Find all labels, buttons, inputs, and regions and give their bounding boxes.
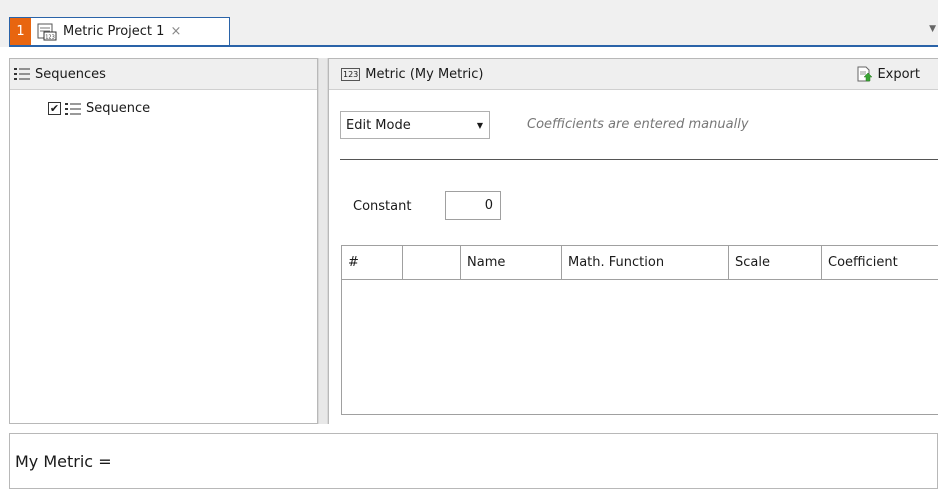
export-button[interactable]: Export (856, 66, 920, 82)
mode-hint-text: Coefficients are entered manually (527, 117, 749, 132)
metric-project-icon: 123 (37, 23, 57, 40)
close-icon[interactable]: × (170, 24, 181, 39)
formula-text: My Metric = (15, 451, 112, 471)
export-icon (857, 66, 873, 82)
svg-text:123: 123 (45, 34, 55, 40)
sequences-pane-header: Sequences (10, 59, 317, 90)
column-header-blank[interactable] (403, 246, 461, 279)
pane-splitter[interactable] (318, 58, 328, 424)
list-icon (65, 102, 81, 115)
tree-item-label: Sequence (86, 101, 151, 116)
tab-number-badge: 1 (10, 18, 31, 45)
tree-item-sequence[interactable]: ✔ Sequence (48, 101, 150, 116)
metric-pane-header: 123 Metric (My Metric) Export (329, 59, 938, 90)
sequence-checkbox[interactable]: ✔ (48, 102, 61, 115)
coefficient-table: # Name Math. Function Scale Coefficient (341, 245, 938, 415)
metric-pane: 123 Metric (My Metric) Export Edit Mode … (328, 58, 938, 424)
column-header-math-function[interactable]: Math. Function (562, 246, 729, 279)
tab-metric-project-1[interactable]: 1 123 Metric Project 1 × (9, 17, 230, 45)
document-tab-strip: 1 123 Metric Project 1 × ▼ (0, 0, 938, 47)
tab-list-dropdown-icon[interactable]: ▼ (929, 24, 936, 34)
mode-dropdown[interactable]: Edit Mode ▼ (340, 111, 490, 139)
metric-icon: 123 (341, 67, 361, 81)
constant-input[interactable] (445, 191, 501, 220)
metric-pane-title: Metric (My Metric) (365, 66, 484, 82)
column-header-number[interactable]: # (342, 246, 403, 279)
chevron-down-icon: ▼ (476, 121, 483, 130)
constant-label: Constant (353, 199, 412, 214)
sequences-pane-title: Sequences (35, 66, 106, 82)
column-header-coefficient[interactable]: Coefficient (822, 246, 938, 279)
table-header: # Name Math. Function Scale Coefficient (342, 246, 938, 280)
list-icon (14, 68, 30, 80)
divider (340, 159, 938, 160)
formula-bar[interactable]: My Metric = (9, 433, 938, 489)
mode-value: Edit Mode (346, 117, 411, 133)
column-header-scale[interactable]: Scale (729, 246, 822, 279)
export-label: Export (877, 66, 920, 82)
tab-underline (9, 45, 938, 47)
column-header-name[interactable]: Name (461, 246, 562, 279)
sequences-pane: Sequences ✔ Sequence (9, 58, 318, 424)
tab-title: Metric Project 1 (63, 24, 165, 39)
